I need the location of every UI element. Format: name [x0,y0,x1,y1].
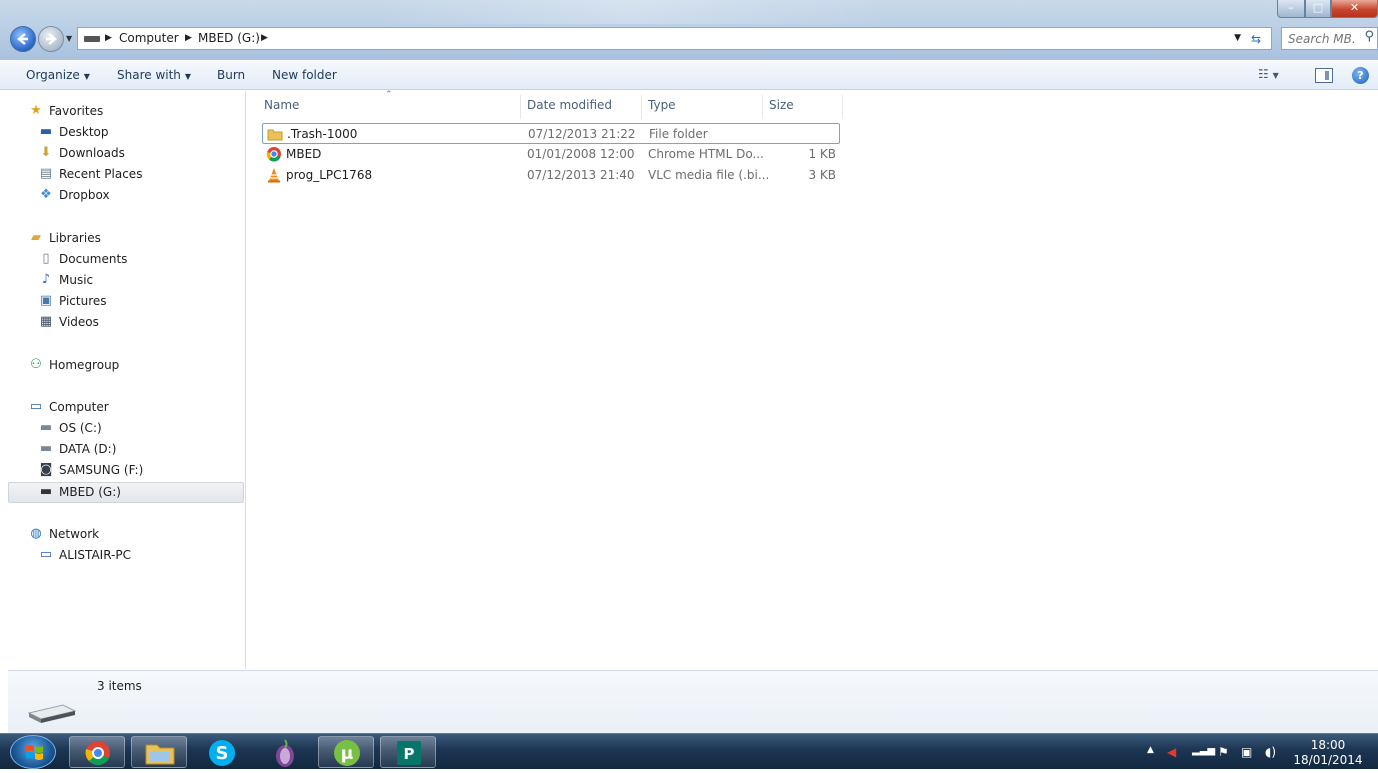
taskbar: S µ P ▲ ◀ ▂▃▅ ⚑ ▣ ◖) 18:00 18/01/2014 [0,733,1378,769]
drive-icon: ▬ [39,441,53,456]
recent-places-icon: ▤ [39,166,53,181]
taskbar-skype[interactable]: S [193,736,249,768]
column-header-date[interactable]: Date modified [521,95,642,119]
address-bar-area: ▼ ▶ Computer ▶ MBED (G:) ▶ ▼ ⇆ ⚲ – □ ✕ [0,0,1378,60]
address-history-dropdown[interactable]: ▼ [1234,33,1241,43]
clock[interactable]: 18:00 18/01/2014 [1290,738,1366,768]
view-details-icon: ☷ [1258,67,1269,81]
help-button[interactable]: ? [1352,67,1369,84]
taskbar-publisher[interactable]: P [380,736,436,768]
command-bar: Organize ▼ Share with ▼ Burn New folder ☷ … [0,60,1378,90]
refresh-icon[interactable]: ⇆ [1247,31,1265,47]
libraries-icon: ▰ [31,230,41,245]
publisher-icon: P [397,741,421,765]
network-icon: ◍ [30,526,42,541]
change-view-button[interactable]: ☷ ▼ [1258,67,1298,85]
column-header-type[interactable]: Type [642,95,763,119]
arrow-right-icon [46,33,57,45]
signal-icon[interactable]: ▂▃▅ [1192,745,1215,756]
taskbar-tor[interactable] [256,736,312,768]
drive-icon: ▬ [39,484,53,499]
power-icon[interactable]: ▣ [1241,745,1252,759]
details-pane: 3 items [8,670,1378,736]
address-field[interactable]: ▶ Computer ▶ MBED (G:) ▶ ▼ ⇆ [77,27,1272,50]
svg-text:P: P [404,745,415,763]
breadcrumb-mbed[interactable]: MBED (G:) [198,31,260,45]
window-controls: – □ ✕ [1277,0,1378,19]
vlc-icon [266,167,282,183]
back-button[interactable] [10,26,36,52]
usb-drive-icon [27,704,77,723]
explorer-window: ▼ ▶ Computer ▶ MBED (G:) ▶ ▼ ⇆ ⚲ – □ ✕ O… [0,0,1378,736]
arrow-left-icon [17,33,28,45]
maximize-button[interactable]: □ [1305,0,1331,18]
svg-text:S: S [216,743,229,764]
show-hidden-icons[interactable]: ▲ [1147,745,1154,755]
desktop-icon: ▬ [39,124,53,139]
recent-pages-dropdown[interactable]: ▼ [66,34,72,43]
burn-button[interactable]: Burn [217,68,245,82]
chevron-right-icon[interactable]: ▶ [261,33,268,43]
svg-text:µ: µ [341,744,354,764]
drive-icon: ◙ [39,462,53,477]
forward-button[interactable] [38,26,64,52]
skype-icon: S [209,740,235,766]
explorer-icon [145,744,175,765]
drive-icon: ▬ [39,420,53,435]
chevron-down-icon: ▼ [1272,71,1279,80]
downloads-icon: ⬇ [40,145,52,160]
taskbar-utorrent[interactable]: µ [318,736,374,768]
dropbox-icon: ❖ [40,187,52,202]
organize-button[interactable]: Organize ▼ [26,68,90,82]
drive-icon [84,36,100,42]
navigation-pane: ★ Favorites ▬ Desktop ⬇ Downloads ▤ Recent P… [8,91,246,669]
column-header-size[interactable]: Size [763,95,843,119]
computer-icon: ▭ [39,547,53,562]
file-list: Name Date modified Type Size ⌃ .Trash-10… [247,90,1378,669]
tor-icon [276,739,294,767]
pictures-icon: ▣ [39,293,53,308]
windows-logo-icon [26,745,43,760]
folder-icon [267,126,283,142]
table-row[interactable]: prog_LPC1768 07/12/2013 21:40 VLC media … [262,165,840,186]
search-box[interactable]: ⚲ [1281,27,1378,50]
chevron-right-icon[interactable]: ▶ [185,33,192,43]
chevron-right-icon[interactable]: ▶ [105,33,112,43]
volume-alert-icon[interactable]: ◀ [1167,745,1176,759]
breadcrumb-computer[interactable]: Computer [119,31,179,45]
homegroup-icon: ⚇ [30,357,42,372]
utorrent-icon: µ [334,740,360,766]
share-with-button[interactable]: Share with ▼ [117,68,191,82]
videos-icon: ▦ [39,314,53,329]
chevron-down-icon: ▼ [184,72,192,81]
search-icon[interactable]: ⚲ [1364,29,1374,44]
star-icon: ★ [30,103,42,118]
table-row[interactable]: MBED 01/01/2008 12:00 Chrome HTML Do... … [262,144,840,165]
documents-icon: ▯ [42,251,50,266]
search-input[interactable] [1288,31,1356,46]
music-icon: ♪ [41,272,51,287]
sort-ascending-icon: ⌃ [385,90,393,100]
chrome-icon [266,146,282,162]
speaker-icon[interactable]: ◖) [1265,745,1276,759]
chrome-icon [85,741,110,766]
action-center-flag-icon[interactable]: ⚑ [1218,745,1229,759]
preview-pane-button[interactable] [1315,68,1333,83]
close-button[interactable]: ✕ [1331,0,1378,18]
new-folder-button[interactable]: New folder [272,68,337,82]
table-row[interactable]: .Trash-1000 07/12/2013 21:22 File folder [262,123,840,144]
items-count: 3 items [97,679,142,693]
taskbar-chrome[interactable] [69,736,125,768]
start-button[interactable] [10,735,56,769]
taskbar-explorer[interactable] [131,736,187,768]
chevron-down-icon: ▼ [83,72,90,81]
computer-icon: ▭ [29,399,43,414]
minimize-button[interactable]: – [1277,0,1305,18]
